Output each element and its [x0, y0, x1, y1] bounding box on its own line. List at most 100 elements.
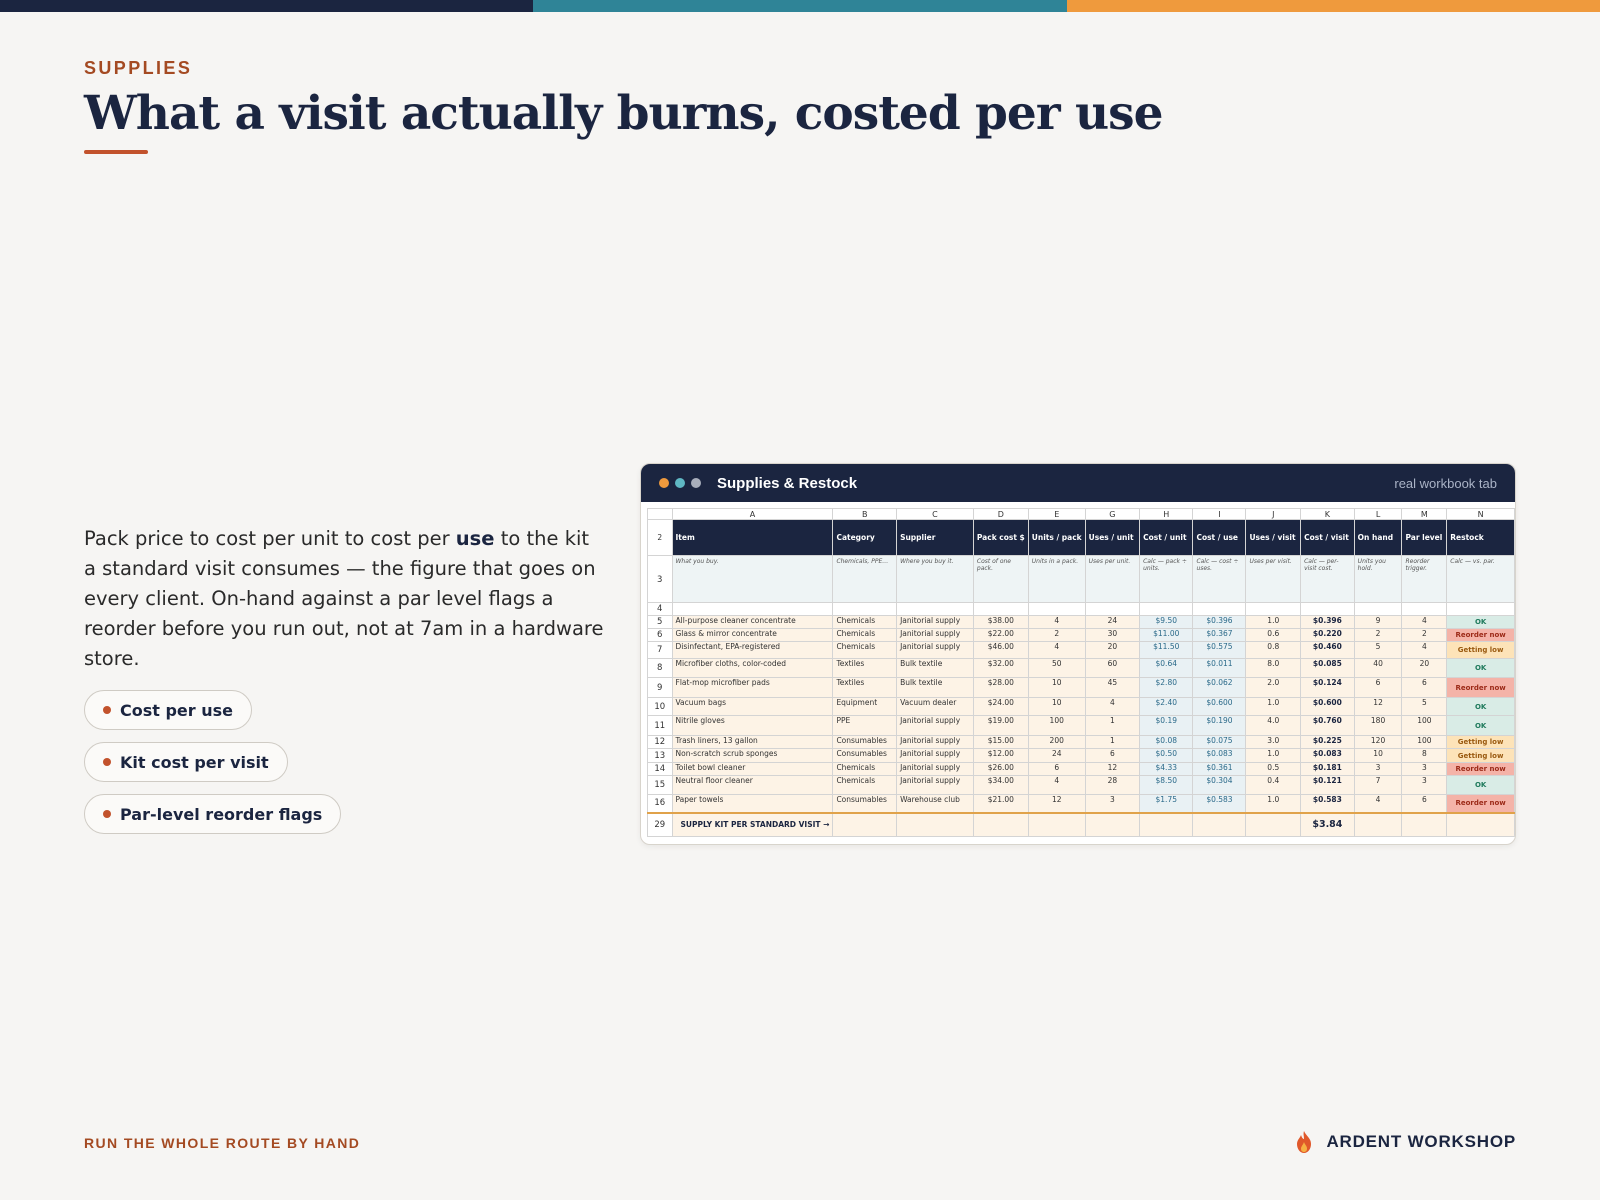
empty-cell[interactable] [832, 811, 898, 837]
restock-status-cell[interactable]: Getting low [1446, 748, 1515, 763]
table-cell[interactable]: 6 [1401, 677, 1448, 698]
table-cell[interactable]: $46.00 [972, 641, 1029, 659]
table-cell[interactable]: 100 [1401, 715, 1448, 736]
table-cell[interactable]: $0.121 [1300, 775, 1355, 795]
total-value[interactable]: $3.84 [1300, 811, 1355, 837]
table-cell[interactable]: Toilet bowl cleaner [671, 762, 834, 776]
table-cell[interactable]: $22.00 [972, 628, 1029, 642]
table-cell[interactable]: Janitorial supply [896, 628, 974, 642]
table-cell[interactable]: $28.00 [972, 677, 1029, 698]
empty-cell[interactable] [972, 811, 1029, 837]
table-cell[interactable]: 50 [1027, 658, 1086, 678]
column-header[interactable]: Uses / unit [1084, 519, 1141, 556]
column-description[interactable]: Chemicals, PPE… [832, 555, 898, 603]
table-cell[interactable]: $0.124 [1300, 677, 1355, 698]
table-cell[interactable]: $0.64 [1139, 658, 1194, 678]
table-cell[interactable]: 4.0 [1245, 715, 1302, 736]
table-cell[interactable]: $0.011 [1192, 658, 1247, 678]
table-cell[interactable]: Glass & mirror concentrate [671, 628, 834, 642]
total-label[interactable]: SUPPLY KIT PER STANDARD VISIT → [671, 811, 834, 837]
empty-cell[interactable] [1353, 602, 1403, 616]
table-cell[interactable]: $0.361 [1192, 762, 1247, 776]
table-cell[interactable]: 20 [1401, 658, 1448, 678]
table-cell[interactable]: Chemicals [832, 641, 898, 659]
column-letter[interactable]: D [972, 508, 1029, 520]
table-cell[interactable]: Chemicals [832, 615, 898, 629]
column-letter[interactable]: M [1401, 508, 1448, 520]
table-cell[interactable]: 0.4 [1245, 775, 1302, 795]
table-cell[interactable]: 4 [1353, 794, 1403, 813]
column-description[interactable]: Cost of one pack. [972, 555, 1029, 603]
table-cell[interactable]: 45 [1084, 677, 1141, 698]
table-cell[interactable]: Janitorial supply [896, 641, 974, 659]
table-cell[interactable]: $11.00 [1139, 628, 1194, 642]
table-cell[interactable]: Disinfectant, EPA-registered [671, 641, 834, 659]
table-cell[interactable]: Bulk textile [896, 677, 974, 698]
table-cell[interactable]: $1.75 [1139, 794, 1194, 813]
column-header[interactable]: Cost / visit [1300, 519, 1355, 556]
empty-cell[interactable] [896, 602, 974, 616]
column-description[interactable]: Reorder trigger. [1401, 555, 1448, 603]
row-number[interactable]: 5 [647, 615, 673, 629]
row-number[interactable]: 9 [647, 677, 673, 698]
table-cell[interactable]: 24 [1084, 615, 1141, 629]
table-cell[interactable]: 10 [1027, 697, 1086, 716]
table-cell[interactable]: $34.00 [972, 775, 1029, 795]
row-number[interactable]: 8 [647, 658, 673, 678]
row-number[interactable]: 3 [647, 555, 673, 603]
row-number[interactable]: 4 [647, 602, 673, 616]
table-cell[interactable]: Chemicals [832, 762, 898, 776]
row-number[interactable]: 14 [647, 762, 673, 776]
table-cell[interactable]: 4 [1027, 641, 1086, 659]
table-cell[interactable]: 28 [1084, 775, 1141, 795]
table-cell[interactable]: Trash liners, 13 gallon [671, 735, 834, 749]
row-number[interactable]: 12 [647, 735, 673, 749]
table-cell[interactable]: Janitorial supply [896, 762, 974, 776]
row-number[interactable]: 13 [647, 748, 673, 763]
column-description[interactable]: Calc — cost ÷ uses. [1192, 555, 1247, 603]
column-description[interactable]: Calc — pack ÷ units. [1139, 555, 1194, 603]
restock-status-cell[interactable]: OK [1446, 615, 1515, 629]
table-cell[interactable]: 4 [1084, 697, 1141, 716]
table-cell[interactable]: $0.50 [1139, 748, 1194, 763]
table-cell[interactable]: 20 [1084, 641, 1141, 659]
column-letter[interactable]: G [1084, 508, 1141, 520]
table-cell[interactable]: Nitrile gloves [671, 715, 834, 736]
table-cell[interactable]: 120 [1353, 735, 1403, 749]
table-cell[interactable]: All-purpose cleaner concentrate [671, 615, 834, 629]
table-cell[interactable]: 100 [1027, 715, 1086, 736]
column-letter[interactable]: C [896, 508, 974, 520]
table-cell[interactable]: $0.190 [1192, 715, 1247, 736]
table-cell[interactable]: 30 [1084, 628, 1141, 642]
column-letter[interactable]: E [1027, 508, 1086, 520]
table-cell[interactable]: Equipment [832, 697, 898, 716]
empty-cell[interactable] [1401, 602, 1448, 616]
table-cell[interactable]: $0.225 [1300, 735, 1355, 749]
empty-cell[interactable] [1446, 811, 1515, 837]
table-cell[interactable]: 60 [1084, 658, 1141, 678]
restock-status-cell[interactable]: Getting low [1446, 641, 1515, 659]
empty-cell[interactable] [1300, 602, 1355, 616]
column-header[interactable]: Restock [1446, 519, 1515, 556]
table-cell[interactable]: 2 [1027, 628, 1086, 642]
row-number[interactable]: 2 [647, 519, 673, 556]
empty-cell[interactable] [1084, 811, 1141, 837]
table-cell[interactable]: $0.367 [1192, 628, 1247, 642]
restock-status-cell[interactable]: OK [1446, 658, 1515, 678]
table-cell[interactable]: 180 [1353, 715, 1403, 736]
table-cell[interactable]: Consumables [832, 794, 898, 813]
table-cell[interactable]: $0.575 [1192, 641, 1247, 659]
table-cell[interactable]: $0.220 [1300, 628, 1355, 642]
column-description[interactable]: Uses per unit. [1084, 555, 1141, 603]
table-cell[interactable]: 1.0 [1245, 615, 1302, 629]
table-cell[interactable]: $4.33 [1139, 762, 1194, 776]
table-cell[interactable]: 0.8 [1245, 641, 1302, 659]
restock-status-cell[interactable]: OK [1446, 775, 1515, 795]
table-cell[interactable]: 7 [1353, 775, 1403, 795]
restock-status-cell[interactable]: OK [1446, 697, 1515, 716]
table-cell[interactable]: 1.0 [1245, 794, 1302, 813]
table-cell[interactable]: 3 [1401, 762, 1448, 776]
table-cell[interactable]: 12 [1027, 794, 1086, 813]
column-header[interactable]: Par level [1401, 519, 1448, 556]
table-cell[interactable]: 1 [1084, 715, 1141, 736]
